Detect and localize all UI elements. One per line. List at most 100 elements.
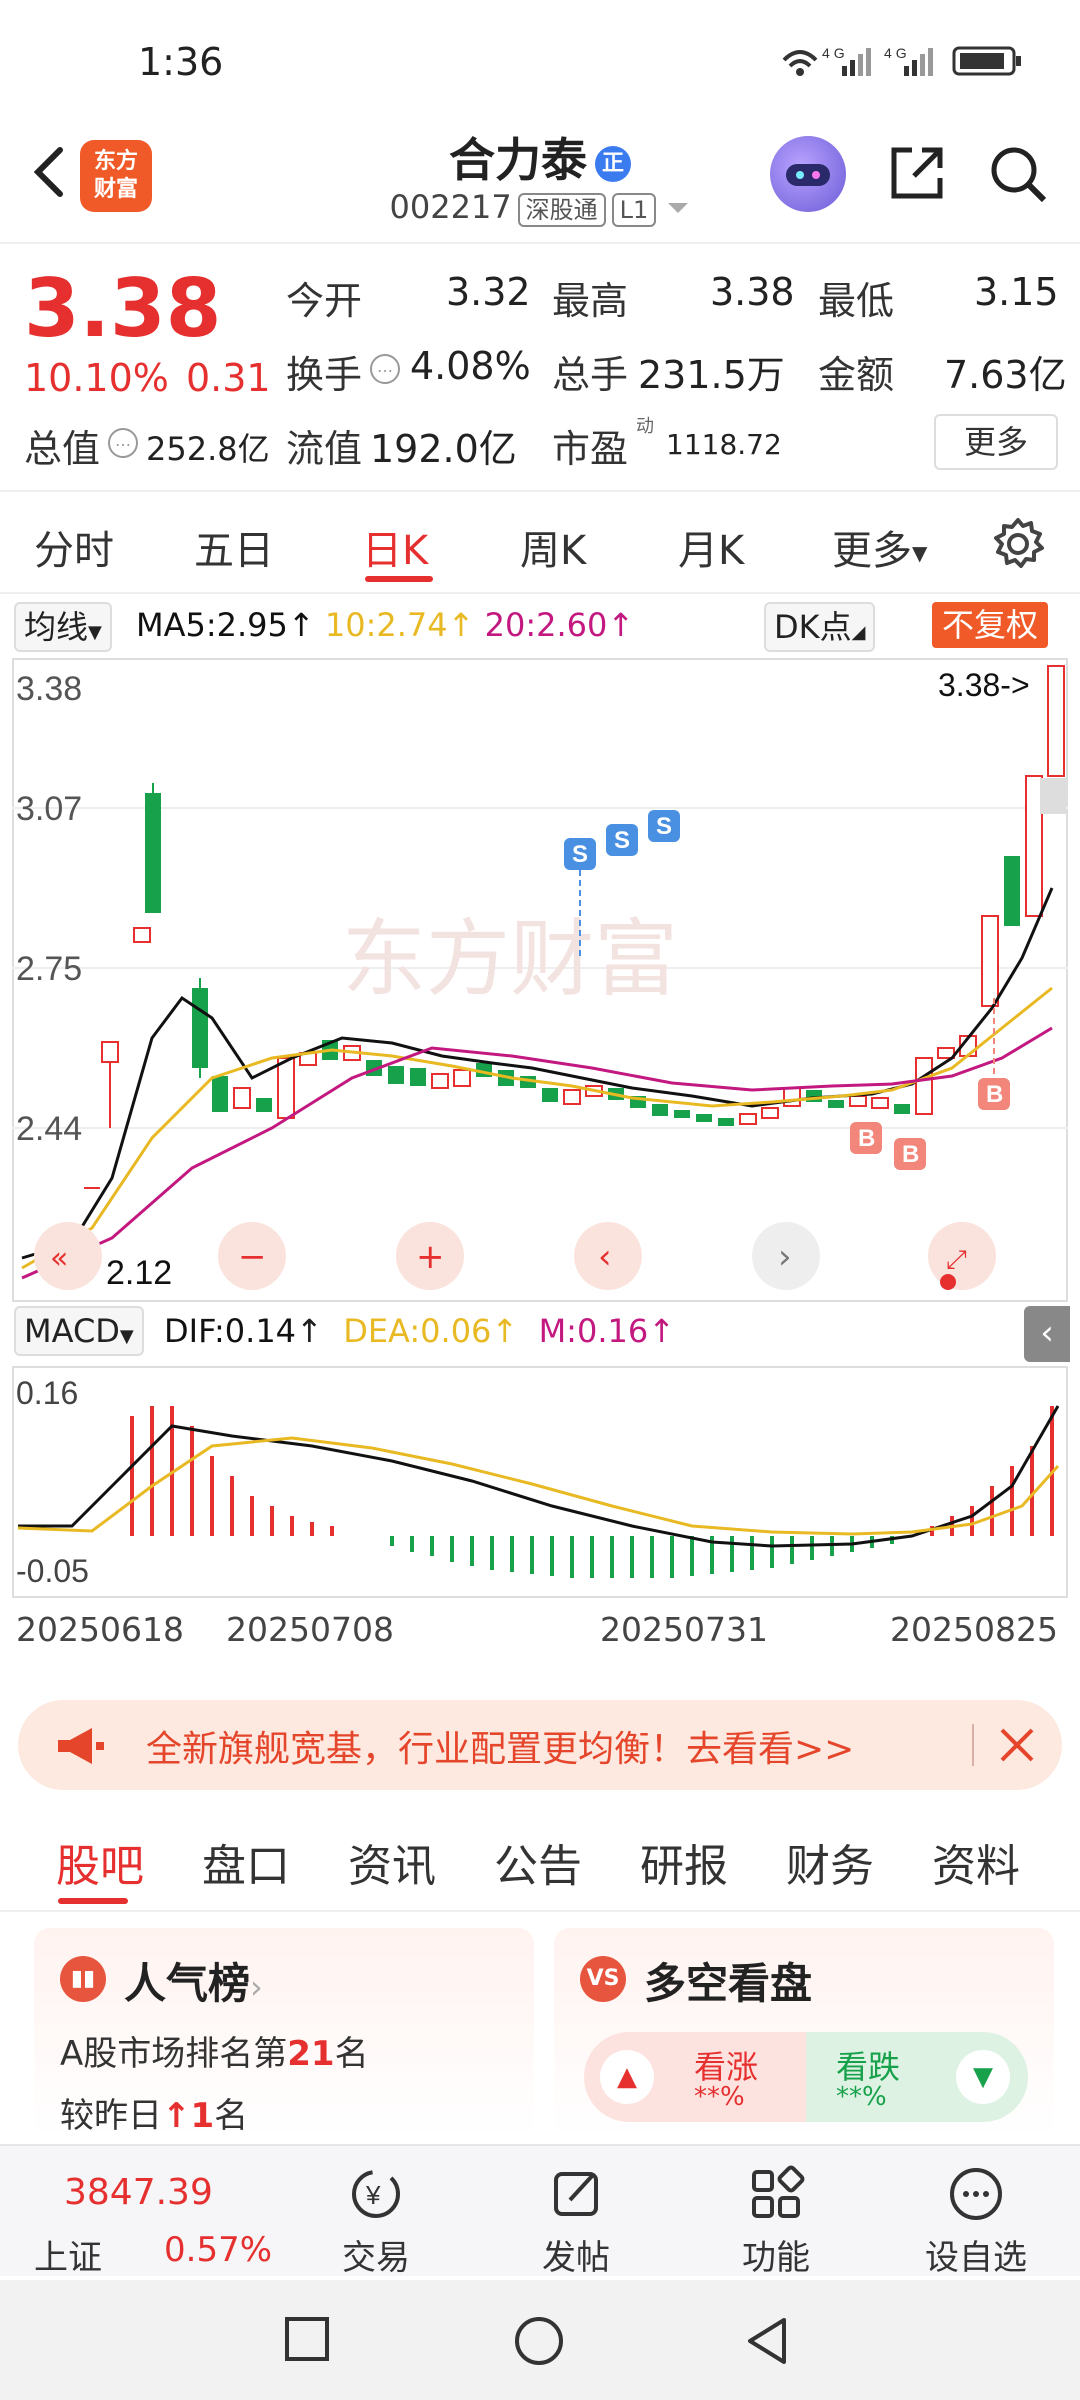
mktcap-label: 总值 [24, 427, 101, 471]
high-label: 最高 [552, 279, 629, 323]
tab-weekly-k[interactable]: 周K [520, 518, 586, 576]
stock-header: 东方 财富 合力泰正 002217 深股通 L1 [0, 120, 1080, 244]
rank-prefix: A股市场排名第 [60, 2034, 288, 2074]
macd-selector[interactable]: MACD▼ [14, 1306, 144, 1356]
nav-trade[interactable]: ¥ 交易 [306, 2146, 446, 2278]
m-value: M:0.16 [538, 1312, 649, 1350]
prev-icon: ‹ [598, 1237, 612, 1277]
recents-icon[interactable] [282, 2314, 332, 2364]
sell-marker: S [614, 827, 630, 854]
status-bar: 1:36 4G 4G [0, 0, 1080, 120]
pe-label: 市盈 [552, 427, 629, 471]
date-label: 20250618 [16, 1610, 184, 1649]
up-triangle-icon: ▲ [600, 2050, 654, 2104]
caret-down-icon: ▼ [119, 1326, 134, 1347]
home-icon[interactable] [512, 2314, 566, 2368]
turnover-label: 换手 [286, 353, 363, 397]
watermark: 东方财富 [342, 912, 678, 1006]
tab-announcements[interactable]: 公告 [494, 1830, 582, 1894]
tab-intraday[interactable]: 分时 [34, 518, 114, 576]
turnover-value: 4.08% [410, 344, 531, 388]
volume-value: 231.5万 [638, 353, 785, 397]
megaphone-icon [52, 1718, 108, 1774]
bullish-button[interactable]: ▲ 看涨 **% [584, 2032, 806, 2122]
signal-icons: 4G 4G [782, 45, 1021, 76]
ai-assistant-icon[interactable] [770, 136, 846, 212]
rank-change-number: 1 [190, 2096, 215, 2136]
tab-more[interactable]: 更多▼ [832, 518, 927, 576]
tab-finance[interactable]: 财务 [786, 1830, 874, 1894]
info-icon[interactable]: … [108, 428, 138, 458]
tab-guba[interactable]: 股吧 [56, 1830, 144, 1894]
index-ticker[interactable]: 3847.39 上证 0.57% [0, 2146, 272, 2278]
nav-functions[interactable]: 功能 [706, 2146, 846, 2278]
tab-profile[interactable]: 资料 [932, 1830, 1020, 1894]
search-button[interactable] [986, 142, 1048, 204]
date-label: 20250708 [226, 1610, 394, 1649]
current-price: 3.38 [24, 262, 222, 355]
dif-value: DIF:0.14 [164, 1312, 297, 1350]
ma5-value: MA5:2.95 [136, 606, 288, 644]
zoom-in-icon: + [416, 1237, 445, 1277]
mktcap-value: 252.8亿 [146, 430, 270, 468]
float-value: 192.0亿 [370, 427, 517, 471]
search-icon [991, 147, 1047, 203]
pe-superscript: 动 [636, 416, 654, 437]
rank-line: A股市场排名第21名 [60, 2026, 369, 2075]
nav-add-watchlist[interactable]: 设自选 [906, 2146, 1046, 2278]
dea-value: DEA:0.06 [343, 1312, 492, 1350]
long-short-card[interactable]: VS 多空看盘 ▲ 看涨 **% 看跌 **% ▼ [554, 1928, 1054, 2138]
date-label: 20250825 [890, 1610, 1058, 1649]
macd-y-bottom: -0.05 [16, 1553, 89, 1589]
popularity-title: 人气榜› [124, 1959, 263, 2008]
caret-down-icon: ▼ [912, 541, 928, 565]
tab-news[interactable]: 资讯 [348, 1830, 436, 1894]
dropdown-icon[interactable] [666, 199, 690, 219]
more-button[interactable]: 更多 [934, 414, 1058, 470]
info-tabs: 股吧 盘口 资讯 公告 研报 财务 资料 [0, 1810, 1080, 1912]
sell-marker: S [572, 841, 588, 868]
first-page-icon: « [50, 1241, 68, 1276]
index-name: 上证 [34, 2238, 102, 2278]
macd-values: DIF:0.14↑ DEA:0.06↑ M:0.16↑ [164, 1312, 676, 1350]
gear-icon [994, 518, 1044, 568]
dk-selector[interactable]: DK点◢ [764, 602, 876, 652]
ma-selector[interactable]: 均线▼ [14, 602, 112, 652]
promo-banner[interactable]: 全新旗舰宽基，行业配置更均衡！去看看>> [18, 1700, 1062, 1790]
tab-daily-k[interactable]: 日K [362, 518, 428, 576]
collapse-panel-icon[interactable]: ‹ [1024, 1306, 1070, 1362]
share-button[interactable] [886, 142, 948, 204]
macd-y-top: 0.16 [16, 1375, 78, 1411]
buy-marker: B [858, 1125, 875, 1152]
svg-text:4G: 4G [884, 45, 911, 61]
nav-post[interactable]: 发帖 [506, 2146, 646, 2278]
stock-name: 合力泰 [449, 133, 587, 187]
edit-icon [554, 2172, 598, 2216]
adjust-toggle[interactable]: 不复权 [932, 602, 1049, 648]
indicator-bar: 均线▼ MA5:2.95↑ 10:2.74↑ 20:2.60↑ DK点◢ 不复权 [0, 594, 1080, 654]
caret-down-icon: ▼ [88, 622, 102, 643]
tab-orderbook[interactable]: 盘口 [202, 1830, 290, 1894]
rank-change-suffix: 名 [214, 2096, 249, 2136]
candlestick-chart[interactable]: 东方财富 3.38 3.07 2.75 2.44 3.38-> 2.12 S S… [12, 658, 1068, 1302]
sell-marker: S [656, 813, 672, 840]
tab-five-day[interactable]: 五日 [194, 518, 274, 576]
ma-selector-label: 均线 [24, 608, 89, 646]
status-icons: 4G 4G [780, 40, 1030, 87]
close-button[interactable] [994, 1722, 1040, 1768]
tab-monthly-k[interactable]: 月K [678, 518, 744, 576]
settings-button[interactable] [990, 516, 1046, 576]
vs-icon: VS [580, 1956, 626, 2002]
tab-research[interactable]: 研报 [640, 1830, 728, 1894]
bearish-button[interactable]: 看跌 **% ▼ [806, 2032, 1028, 2122]
macd-chart: 0.16 -0.05 [12, 1366, 1068, 1598]
popularity-card[interactable]: ▮▮ 人气榜› A股市场排名第21名 较昨日↑1名 [34, 1928, 534, 2138]
date-label: 20250731 [600, 1610, 768, 1649]
ma-values: MA5:2.95↑ 10:2.74↑ 20:2.60↑ [136, 606, 635, 644]
x-axis-dates: 20250618 20250708 20250731 20250825 [0, 1610, 1080, 1660]
level-tag: L1 [611, 193, 657, 227]
back-icon[interactable] [740, 2314, 794, 2368]
fullscreen-icon: ⤢ [946, 1245, 967, 1275]
info-icon[interactable]: … [370, 354, 400, 384]
buy-marker: B [902, 1141, 919, 1168]
